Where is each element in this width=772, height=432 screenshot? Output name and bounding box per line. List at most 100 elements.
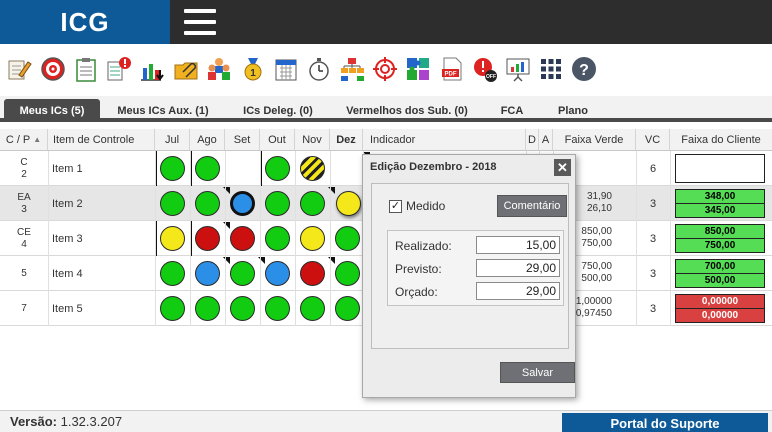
tab-plano[interactable]: Plano	[548, 99, 598, 122]
faixa-cliente-box[interactable]: 0,00000 0,00000	[675, 294, 765, 323]
status-dot-jul[interactable]	[160, 156, 185, 181]
org-chart-icon[interactable]	[339, 56, 365, 82]
svg-text:OFF: OFF	[486, 74, 496, 80]
previsto-input[interactable]: 29,00	[476, 259, 560, 277]
status-dot-set[interactable]	[230, 261, 255, 286]
comentario-button[interactable]: Comentário	[497, 195, 567, 217]
col-header-cp[interactable]: C / P ▲	[0, 129, 48, 151]
col-header-item[interactable]: Item de Controle	[48, 129, 155, 151]
col-header-indicador[interactable]: Indicador	[363, 129, 526, 151]
alert-off-icon[interactable]: OFF	[472, 56, 498, 82]
puzzle-icon[interactable]	[405, 56, 431, 82]
cp-cell: 7	[0, 291, 48, 326]
medal-icon[interactable]: 1	[240, 56, 266, 82]
edit-icon[interactable]	[6, 56, 32, 82]
clipboard-icon[interactable]	[73, 56, 99, 82]
status-dot-set[interactable]	[230, 296, 255, 321]
status-dot-jul[interactable]	[160, 296, 185, 321]
realizado-input[interactable]: 15,00	[476, 236, 560, 254]
faixa-cliente-bottom: 500,00	[704, 275, 736, 286]
medido-checkbox[interactable]: ✓	[389, 200, 402, 213]
bar-chart-icon[interactable]	[139, 56, 165, 82]
col-header-dez[interactable]: Dez	[330, 129, 363, 151]
col-header-jul[interactable]: Jul	[155, 129, 190, 151]
faixa-cliente-box[interactable]: 850,00 750,00	[675, 224, 765, 253]
presentation-icon[interactable]	[505, 56, 531, 82]
status-dot-ago[interactable]	[195, 226, 220, 251]
status-dot-out[interactable]	[265, 261, 290, 286]
status-dot-set[interactable]	[230, 191, 255, 216]
item-name[interactable]: Item 5	[52, 291, 83, 326]
status-dot-nov[interactable]	[300, 226, 325, 251]
tab-vermelhos-sub[interactable]: Vermelhos dos Sub. (0)	[336, 99, 478, 122]
status-dot-out[interactable]	[265, 296, 290, 321]
hamburger-menu-icon[interactable]	[184, 9, 216, 35]
column-divider	[225, 151, 226, 326]
status-dot-nov[interactable]	[300, 156, 325, 181]
close-icon[interactable]: ✕	[554, 159, 571, 176]
status-dot-nov[interactable]	[300, 261, 325, 286]
version-value: 1.32.3.207	[60, 414, 123, 429]
status-dot-ago[interactable]	[195, 191, 220, 216]
team-icon[interactable]	[206, 56, 232, 82]
faixa-cliente-box[interactable]: 348,00 345,00	[675, 189, 765, 218]
faixa-cliente-bottom: 0,00000	[701, 310, 739, 321]
col-header-ago[interactable]: Ago	[190, 129, 225, 151]
item-name[interactable]: Item 2	[52, 186, 83, 221]
status-dot-out[interactable]	[265, 191, 290, 216]
portal-suporte-button[interactable]: Portal do Suporte	[562, 413, 768, 432]
col-header-faixa-cliente[interactable]: Faixa do Cliente	[670, 129, 772, 151]
tab-meus-ics-aux[interactable]: Meus ICs Aux. (1)	[106, 99, 220, 122]
status-dot-dez[interactable]	[335, 226, 360, 251]
folder-clip-icon[interactable]	[173, 56, 199, 82]
status-dot-set[interactable]	[230, 226, 255, 251]
tab-fca[interactable]: FCA	[490, 99, 534, 122]
column-divider	[190, 151, 191, 326]
item-name[interactable]: Item 3	[52, 221, 83, 256]
status-dot-dez[interactable]	[335, 296, 360, 321]
target-icon[interactable]	[40, 56, 66, 82]
status-dot-dez[interactable]	[336, 191, 361, 216]
status-dot-out[interactable]	[265, 156, 290, 181]
alert-chart-icon[interactable]	[106, 56, 132, 82]
status-dot-ago[interactable]	[195, 261, 220, 286]
status-dot-nov[interactable]	[300, 191, 325, 216]
status-dot-jul[interactable]	[160, 261, 185, 286]
col-header-nov[interactable]: Nov	[295, 129, 330, 151]
crosshair-icon[interactable]	[372, 56, 398, 82]
toolbar: 1 PDF OFF ?	[0, 44, 772, 94]
status-dot-ago[interactable]	[195, 296, 220, 321]
edit-dialog: Edição Dezembro - 2018 ✕ ✓ Medido Coment…	[362, 154, 576, 398]
status-dot-jul[interactable]	[160, 191, 185, 216]
sort-asc-icon: ▲	[33, 135, 42, 144]
pdf-icon[interactable]: PDF	[439, 56, 465, 82]
help-icon[interactable]: ?	[571, 56, 597, 82]
status-dot-out[interactable]	[265, 226, 290, 251]
status-dot-nov[interactable]	[300, 296, 325, 321]
status-dot-dez[interactable]	[335, 261, 360, 286]
col-header-vc[interactable]: VC	[636, 129, 670, 151]
orcado-label: Orçado:	[395, 285, 438, 299]
col-header-out[interactable]: Out	[260, 129, 295, 151]
values-fieldset: Realizado: 15,00 Previsto: 29,00 Orçado:…	[387, 230, 564, 306]
cp-p-value: 2	[21, 168, 27, 180]
faixa-cliente-box[interactable]	[675, 154, 765, 183]
col-header-set[interactable]: Set	[225, 129, 260, 151]
status-dot-ago[interactable]	[195, 156, 220, 181]
item-name[interactable]: Item 4	[52, 256, 83, 291]
item-name[interactable]: Item 1	[52, 151, 83, 186]
status-dot-jul[interactable]	[160, 226, 185, 251]
tab-meus-ics[interactable]: Meus ICs (5)	[4, 99, 100, 122]
salvar-button[interactable]: Salvar	[500, 362, 575, 383]
calendar-icon[interactable]	[273, 56, 299, 82]
col-header-d[interactable]: D	[526, 129, 539, 151]
medido-label: Medido	[406, 199, 446, 213]
col-header-a[interactable]: A	[539, 129, 553, 151]
faixa-cliente-box[interactable]: 700,00 500,00	[675, 259, 765, 288]
col-header-faixa-verde[interactable]: Faixa Verde	[553, 129, 636, 151]
grid-icon[interactable]	[538, 56, 564, 82]
stopwatch-icon[interactable]	[306, 56, 332, 82]
version-label: Versão:	[10, 414, 57, 429]
tab-ics-deleg[interactable]: ICs Deleg. (0)	[232, 99, 324, 122]
orcado-input[interactable]: 29,00	[476, 282, 560, 300]
